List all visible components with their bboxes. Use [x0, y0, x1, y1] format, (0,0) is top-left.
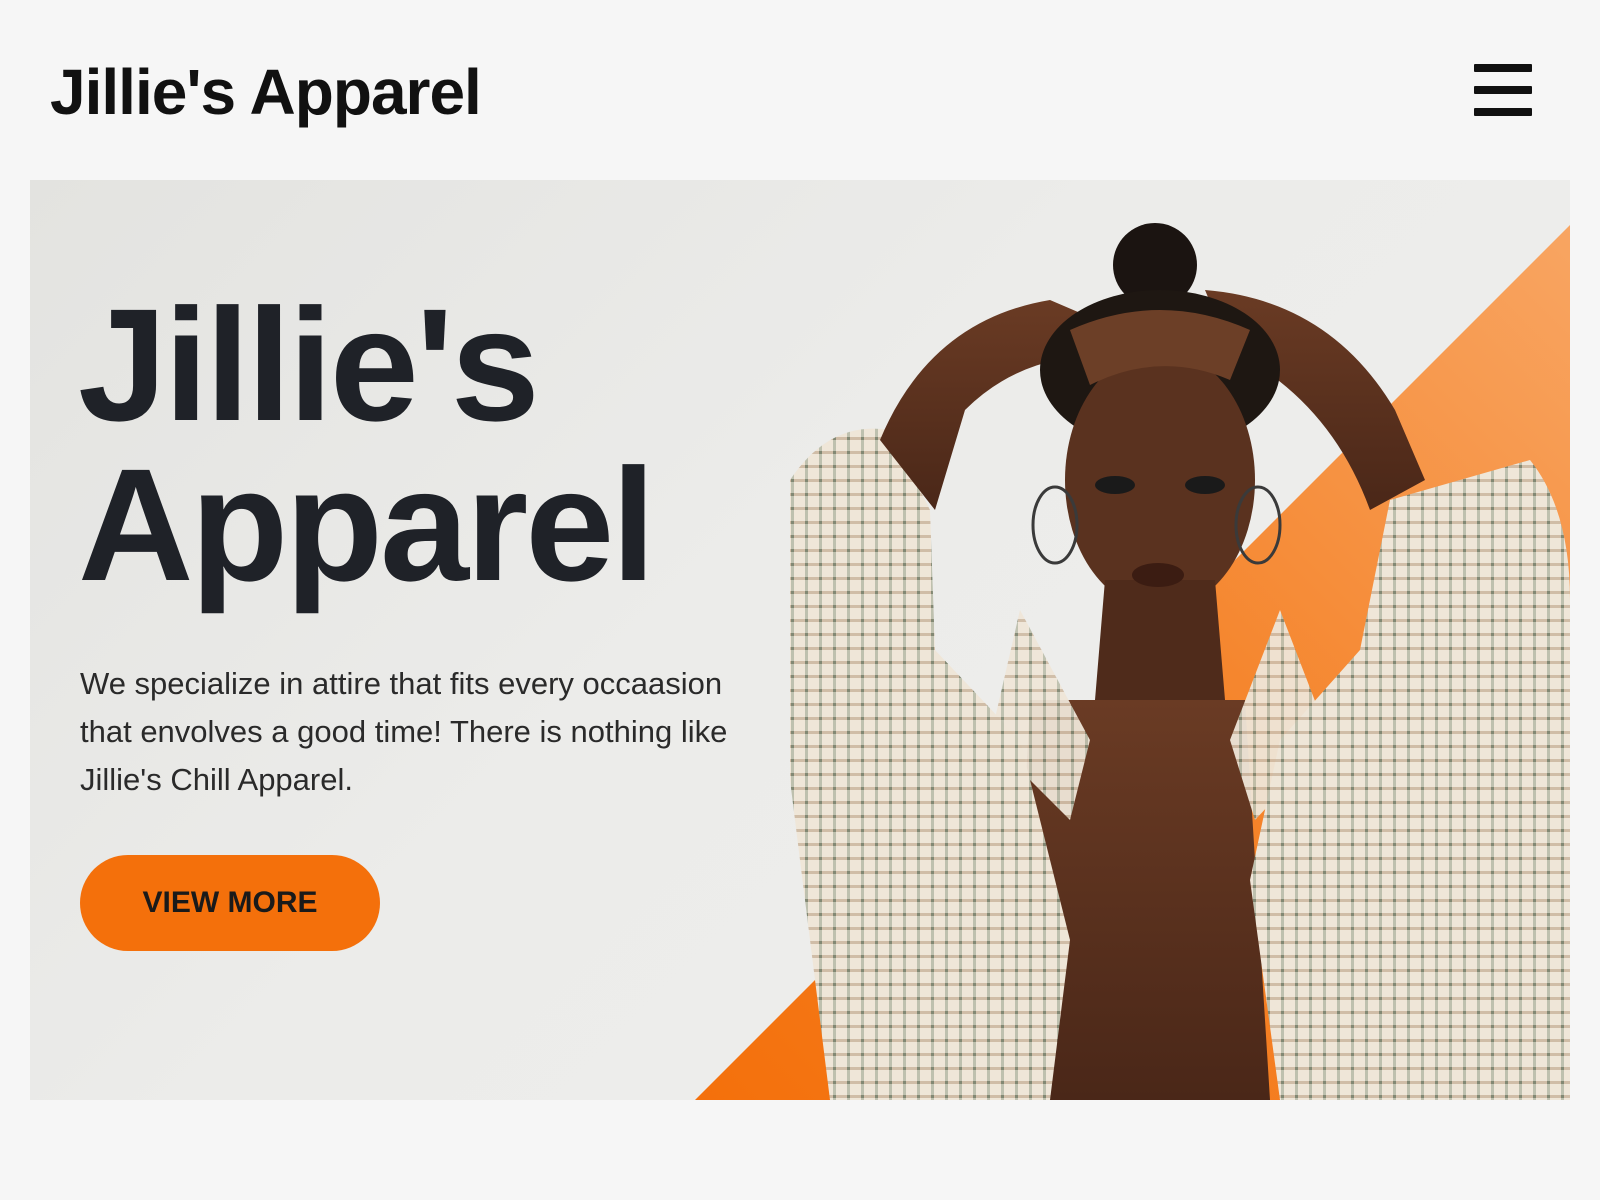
view-more-button[interactable]: VIEW MORE — [80, 855, 380, 951]
hero-title-line: Jillie's — [78, 275, 540, 454]
hamburger-menu-icon[interactable] — [1474, 64, 1532, 116]
menu-bar — [1474, 108, 1532, 116]
site-header: Jillie's Apparel — [0, 0, 1600, 180]
hero-description: We specialize in attire that fits every … — [80, 666, 728, 797]
menu-bar — [1474, 86, 1532, 94]
hero-banner: Jillie's Apparel We specialize in attire… — [30, 180, 1570, 1100]
menu-bar — [1474, 64, 1532, 72]
hero-title-line: Apparel — [78, 435, 656, 614]
hero-title: Jillie's Apparel — [78, 285, 798, 605]
brand-logo-text[interactable]: Jillie's Apparel — [50, 52, 482, 132]
